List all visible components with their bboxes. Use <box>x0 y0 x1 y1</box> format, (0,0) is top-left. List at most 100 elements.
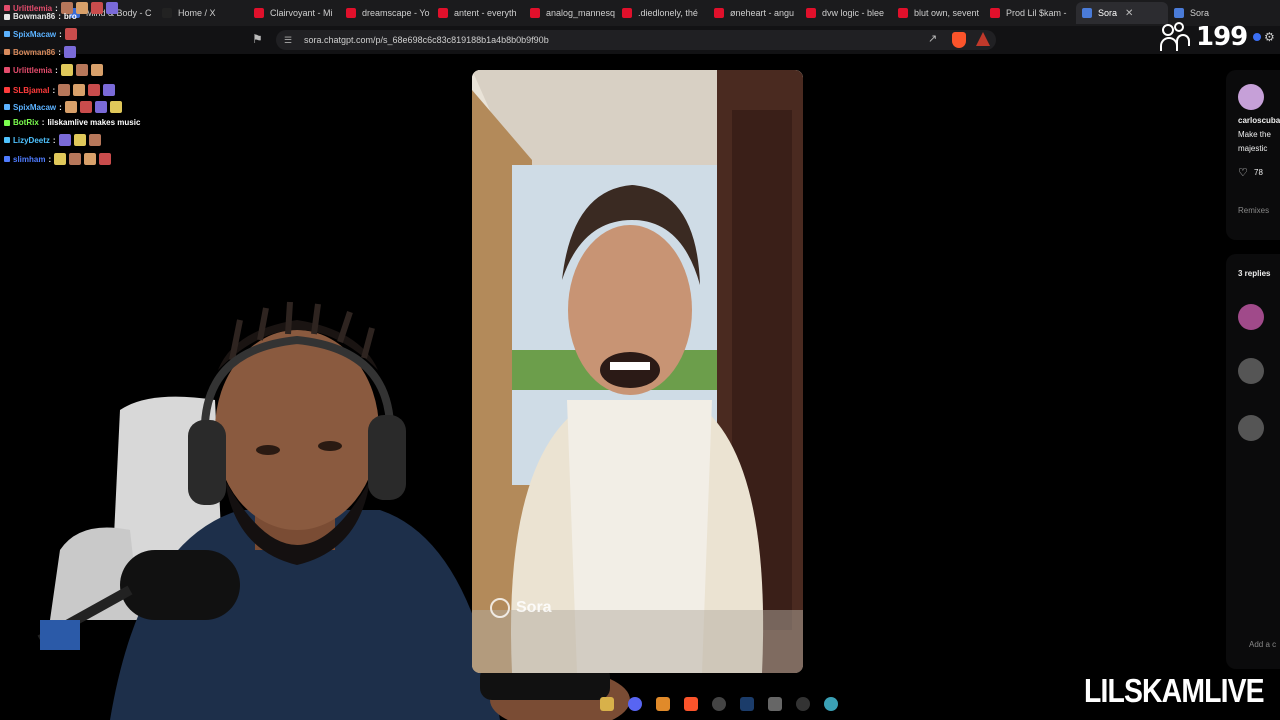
chat-message: BotRix: lilskamlive makes music <box>4 118 140 127</box>
tab-1[interactable]: Home / X <box>156 2 248 24</box>
app-icon[interactable] <box>768 697 782 711</box>
tab-label: Home / X <box>178 8 216 18</box>
tab-favicon-icon <box>990 8 1000 18</box>
chat-username[interactable]: SpixMacaw <box>13 30 56 39</box>
tab-label: dreamscape - Yo <box>362 8 430 18</box>
chat-message: SLBjamal: <box>4 84 116 96</box>
chat-text: lilskamlive makes music <box>47 118 141 127</box>
tab-favicon-icon <box>898 8 908 18</box>
tab-favicon-icon <box>254 8 264 18</box>
share-icon[interactable]: ↗ <box>928 32 937 45</box>
viewer-count: 199 <box>1196 22 1248 52</box>
tab-label: blut own, sevent <box>914 8 980 18</box>
chat-separator: : <box>52 85 56 95</box>
browser-toolbar: ⚑ ☰ sora.chatgpt.com/p/s_68e698c6c83c819… <box>0 26 1280 54</box>
close-tab-icon[interactable]: ✕ <box>1125 8 1133 19</box>
add-comment-input[interactable]: Add a c <box>1249 640 1276 649</box>
chat-emote-icon <box>94 101 107 113</box>
post-username[interactable]: carloscuba <box>1238 116 1280 125</box>
sora-watermark: Sora <box>490 598 552 618</box>
chat-username[interactable]: SLBjamal <box>13 86 49 95</box>
chat-username[interactable]: Bowman86 <box>13 12 55 21</box>
chat-emote-icon <box>103 84 116 96</box>
chat-emote-icon <box>84 153 97 165</box>
like-count: 78 <box>1254 168 1263 177</box>
chatgpt-icon[interactable] <box>712 697 726 711</box>
chat-separator: : <box>52 135 56 145</box>
tab-label: Clairvoyant - Mi <box>270 8 333 18</box>
chat-username[interactable]: slimham <box>13 155 45 164</box>
chat-badge-icon <box>4 104 10 110</box>
chat-message: Urlittlemia: <box>4 64 103 76</box>
chat-username[interactable]: BotRix <box>13 118 39 127</box>
chat-separator: : <box>59 102 62 112</box>
tab-3[interactable]: dreamscape - Yo <box>340 2 432 24</box>
chat-separator: : <box>48 154 52 164</box>
tab-favicon-icon <box>1082 8 1092 18</box>
chat-emote-icon <box>64 101 77 113</box>
reply-avatar[interactable] <box>1238 304 1264 330</box>
chat-emote-icon <box>73 134 86 146</box>
chat-username[interactable]: Bowman86 <box>13 48 55 57</box>
post-prompt-line1: Make the <box>1238 130 1271 139</box>
chat-emote-icon <box>58 84 71 96</box>
viewer-count-overlay: 199 <box>1160 22 1262 52</box>
tab-label: øneheart - angu <box>730 8 795 18</box>
chat-emote-icon <box>99 153 112 165</box>
chat-badge-icon <box>4 156 10 162</box>
browser-tab-strip: Mind & Body - C Home / X Clairvoyant - Mi d… <box>0 0 1280 26</box>
tab-8[interactable]: dvw logic - blee <box>800 2 892 24</box>
chat-badge-icon <box>4 49 10 55</box>
url-text: sora.chatgpt.com/p/s_68e698c6c83c819188b… <box>304 35 549 45</box>
chat-message: Bowman86: <box>4 46 76 58</box>
brave-shields-icon[interactable] <box>952 32 966 48</box>
chat-username[interactable]: Urlittlemia <box>13 66 52 75</box>
files-icon[interactable] <box>600 697 614 711</box>
steam-icon[interactable] <box>740 697 754 711</box>
replies-panel: 3 replies Add a c <box>1226 254 1280 669</box>
tab-10[interactable]: Prod Lil $kam - <box>984 2 1076 24</box>
tab-5[interactable]: analog_mannesq <box>524 2 616 24</box>
tab-7[interactable]: øneheart - angu <box>708 2 800 24</box>
chat-separator: : <box>59 29 62 39</box>
tab-label: .diedlonely, thé <box>638 8 698 18</box>
tab-6[interactable]: .diedlonely, thé <box>616 2 708 24</box>
reply-avatar[interactable] <box>1238 358 1264 384</box>
like-icon[interactable]: ♡ <box>1238 166 1248 179</box>
sora-video[interactable]: Sora <box>472 70 803 673</box>
chat-emote-icon <box>58 134 71 146</box>
chat-badge-icon <box>4 119 10 126</box>
tab-label: analog_mannesq <box>546 8 616 18</box>
chat-separator: : <box>58 47 61 57</box>
chat-message: SpixMacaw: <box>4 101 122 113</box>
chat-badge-icon <box>4 5 10 11</box>
extensions-icon[interactable]: ⚙ <box>1264 30 1275 44</box>
tab-12[interactable]: Sora <box>1168 2 1260 24</box>
discord-icon[interactable] <box>628 697 642 711</box>
app-icon[interactable] <box>656 697 670 711</box>
tab-label: Sora <box>1098 8 1118 18</box>
4k-icon[interactable] <box>796 697 810 711</box>
chat-username[interactable]: SpixMacaw <box>13 103 56 112</box>
address-bar[interactable]: ☰ sora.chatgpt.com/p/s_68e698c6c83c81918… <box>276 30 996 50</box>
bookmark-icon[interactable]: ⚑ <box>252 32 263 46</box>
globe-icon[interactable] <box>824 697 838 711</box>
chat-emote-icon <box>63 46 76 58</box>
chat-text: bro <box>63 12 77 21</box>
brave-icon[interactable] <box>684 697 698 711</box>
tab-4[interactable]: antent - everyth <box>432 2 524 24</box>
avatar[interactable] <box>1238 84 1264 110</box>
remixes-label[interactable]: Remixes <box>1238 206 1269 215</box>
chat-message: Bowman86: bro <box>4 12 77 21</box>
site-info-icon[interactable]: ☰ <box>284 35 294 45</box>
reply-avatar[interactable] <box>1238 415 1264 441</box>
tab-label: antent - everyth <box>454 8 517 18</box>
chat-message: LizyDeetz: <box>4 134 101 146</box>
tab-favicon-icon <box>714 8 724 18</box>
tab-2[interactable]: Clairvoyant - Mi <box>248 2 340 24</box>
chat-badge-icon <box>4 31 10 37</box>
tab-9[interactable]: blut own, sevent <box>892 2 984 24</box>
chat-username[interactable]: LizyDeetz <box>13 136 50 145</box>
tab-11[interactable]: Sora ✕ <box>1076 2 1168 24</box>
chat-separator: : <box>55 65 58 75</box>
